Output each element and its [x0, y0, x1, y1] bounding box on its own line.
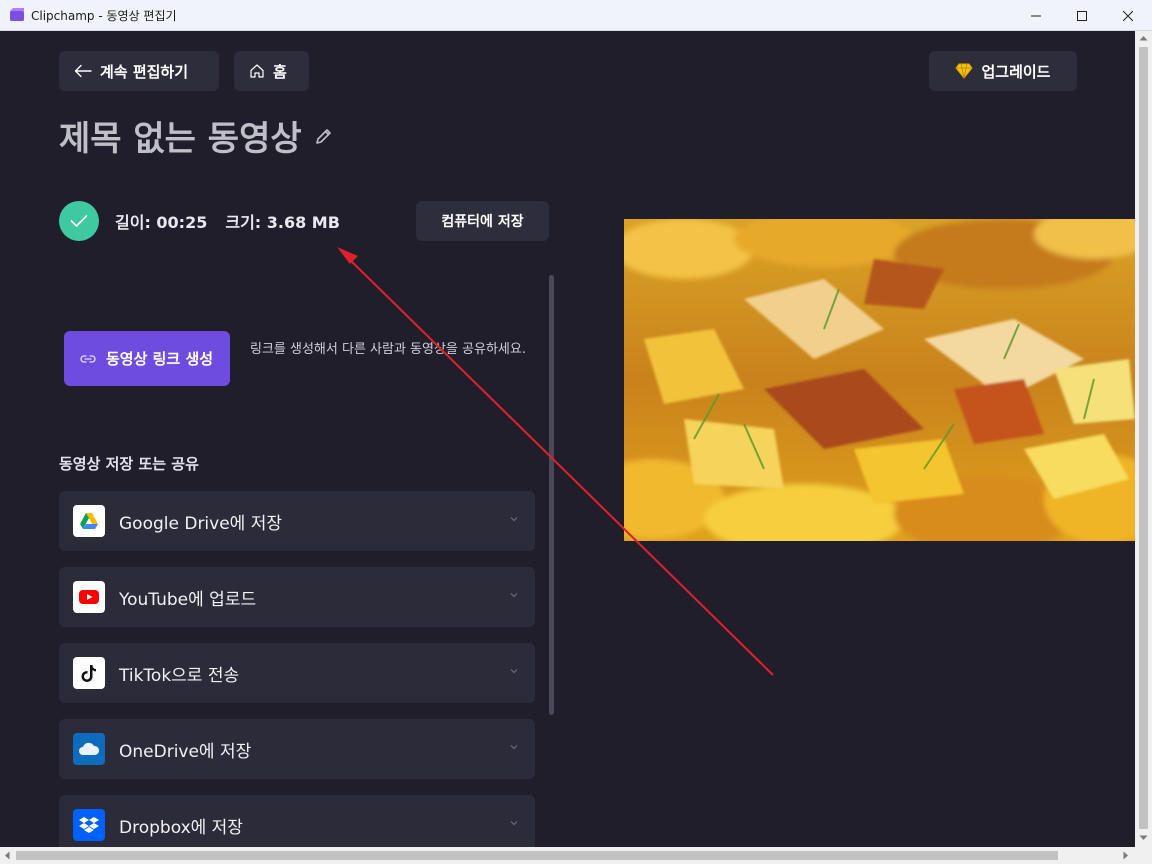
video-preview-image — [624, 219, 1135, 541]
scroll-up-icon[interactable] — [1139, 35, 1148, 41]
maximize-icon — [1077, 10, 1087, 21]
upgrade-button[interactable]: 업그레이드 — [929, 51, 1077, 91]
scrollbar-corner — [1135, 847, 1152, 864]
share-item-label: Google Drive에 저장 — [119, 513, 282, 534]
continue-editing-button[interactable]: 계속 편집하기 — [59, 51, 219, 91]
save-to-computer-button[interactable]: 컴퓨터에 저장 — [416, 201, 549, 241]
vertical-scrollbar[interactable] — [1135, 31, 1152, 847]
share-item-google-drive[interactable]: Google Drive에 저장 — [59, 491, 535, 551]
export-page: 계속 편집하기 홈 업그레이드 제목 없는 동영상 길이: 00:25 크기: … — [0, 31, 1135, 847]
link-description: 링크를 생성해서 다른 사람과 동영상을 공유하세요. — [250, 342, 526, 357]
minimize-button[interactable] — [1013, 0, 1059, 31]
share-item-tiktok[interactable]: TikTok으로 전송 — [59, 643, 535, 703]
youtube-icon — [73, 581, 105, 613]
share-item-label: TikTok으로 전송 — [119, 665, 240, 686]
save-to-computer-label: 컴퓨터에 저장 — [441, 214, 524, 230]
checkmark-icon — [70, 215, 88, 227]
close-button[interactable] — [1105, 0, 1151, 31]
arrow-left-icon — [74, 64, 92, 78]
minimize-icon — [1031, 15, 1041, 16]
horizontal-scroll-thumb[interactable] — [16, 851, 1058, 860]
vertical-scroll-thumb[interactable] — [1139, 47, 1148, 829]
maximize-button[interactable] — [1059, 0, 1105, 31]
video-size: 크기: 3.68 MB — [225, 213, 340, 232]
dropbox-icon — [73, 809, 105, 841]
continue-editing-label: 계속 편집하기 — [100, 62, 189, 81]
home-button[interactable]: 홈 — [234, 51, 309, 91]
chevron-down-icon — [510, 517, 518, 522]
link-icon — [80, 354, 96, 363]
video-length: 길이: 00:25 — [115, 213, 208, 232]
chevron-down-icon — [510, 821, 518, 826]
clipchamp-app-icon — [10, 8, 24, 21]
create-video-link-label: 동영상 링크 생성 — [106, 349, 214, 368]
share-item-youtube[interactable]: YouTube에 업로드 — [59, 567, 535, 627]
create-video-link-button[interactable]: 동영상 링크 생성 — [64, 331, 230, 386]
chevron-down-icon — [510, 745, 518, 750]
chevron-down-icon — [510, 669, 518, 674]
share-item-label: OneDrive에 저장 — [119, 741, 252, 762]
window-title: Clipchamp - 동영상 편집기 — [31, 9, 177, 23]
video-title-text: 제목 없는 동영상 — [59, 119, 302, 159]
google-drive-icon — [73, 505, 105, 537]
share-item-label: YouTube에 업로드 — [119, 589, 257, 610]
video-title[interactable]: 제목 없는 동영상 — [59, 111, 334, 160]
export-complete-badge — [59, 201, 99, 241]
scroll-down-icon[interactable] — [1139, 835, 1148, 841]
pencil-icon[interactable] — [314, 126, 334, 146]
diamond-icon — [955, 63, 974, 79]
video-meta: 길이: 00:25 크기: 3.68 MB — [115, 209, 340, 233]
home-label: 홈 — [273, 62, 287, 81]
share-item-label: Dropbox에 저장 — [119, 817, 243, 838]
close-icon — [1123, 10, 1133, 21]
horizontal-scrollbar[interactable] — [0, 847, 1135, 864]
share-item-dropbox[interactable]: Dropbox에 저장 — [59, 795, 535, 847]
video-preview[interactable] — [624, 219, 1135, 541]
onedrive-icon — [73, 733, 105, 765]
share-section-title: 동영상 저장 또는 공유 — [59, 455, 199, 473]
window-titlebar: Clipchamp - 동영상 편집기 — [0, 0, 1152, 31]
chevron-down-icon — [510, 593, 518, 598]
panel-scrollbar[interactable] — [549, 275, 554, 715]
upgrade-label: 업그레이드 — [981, 62, 1051, 81]
scroll-left-icon[interactable] — [4, 851, 10, 860]
scroll-right-icon[interactable] — [1123, 851, 1129, 860]
tiktok-icon — [73, 657, 105, 689]
share-item-onedrive[interactable]: OneDrive에 저장 — [59, 719, 535, 779]
home-icon — [250, 64, 264, 78]
